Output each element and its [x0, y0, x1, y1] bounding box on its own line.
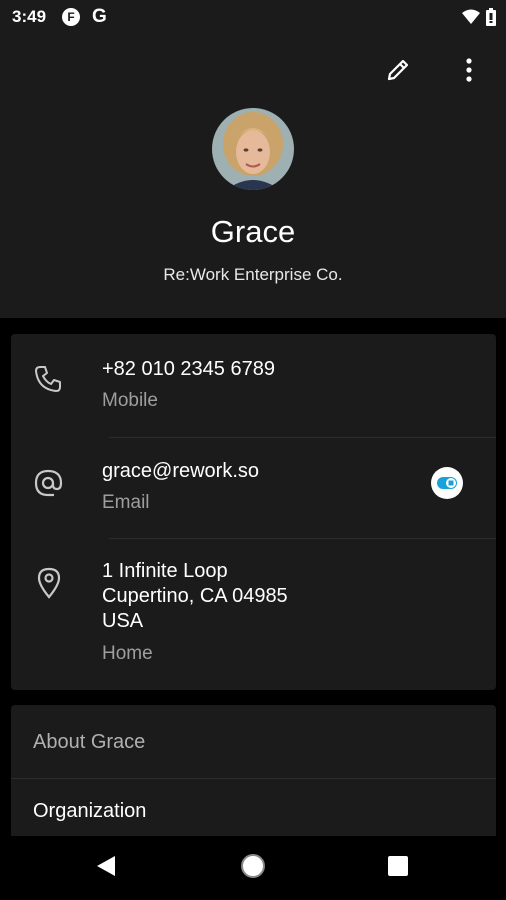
location-pin-icon: [36, 567, 62, 604]
email-type: Email: [102, 492, 150, 513]
address-line3: USA: [102, 610, 144, 632]
contact-info-card: +82 010 2345 6789 Mobile grace@rework.so…: [11, 334, 496, 690]
home-circle-icon: [239, 852, 267, 885]
divider: [11, 778, 496, 779]
more-options-button[interactable]: [452, 54, 486, 90]
phone-row[interactable]: +82 010 2345 6789 Mobile: [11, 334, 496, 437]
wifi-icon: [462, 9, 480, 30]
edit-icon: [385, 57, 411, 88]
contact-name: Grace: [210, 214, 296, 249]
avatar: [212, 108, 294, 190]
back-triangle-icon: [95, 854, 117, 883]
phone-icon: [33, 364, 63, 399]
back-button[interactable]: [66, 836, 146, 900]
about-title: About Grace: [33, 731, 146, 753]
address-row[interactable]: 1 Infinite Loop Cupertino, CA 04985 USA …: [11, 539, 496, 690]
address-type: Home: [102, 643, 153, 664]
phone-number: +82 010 2345 6789: [102, 358, 275, 380]
email-address: grace@rework.so: [102, 460, 260, 482]
address-line1: 1 Infinite Loop: [102, 560, 228, 582]
status-bar: 3:49 F G: [0, 0, 506, 34]
phone-type: Mobile: [102, 390, 158, 411]
more-vert-icon: [466, 57, 472, 87]
app-message-icon[interactable]: [430, 466, 464, 505]
google-icon: G: [92, 6, 107, 27]
battery-icon: [486, 8, 496, 31]
f-badge-icon: F: [62, 8, 80, 26]
email-row[interactable]: grace@rework.so Email: [11, 438, 496, 538]
edit-button[interactable]: [380, 54, 416, 90]
navigation-bar: [0, 836, 506, 900]
about-card: About Grace Organization: [11, 705, 496, 845]
address-line2: Cupertino, CA 04985: [102, 585, 288, 607]
home-button[interactable]: [213, 836, 293, 900]
status-time: 3:49: [12, 7, 47, 26]
recents-button[interactable]: [358, 836, 438, 900]
recents-square-icon: [387, 855, 409, 882]
at-icon: [33, 468, 63, 503]
organization-label: Organization: [33, 800, 147, 822]
contact-company: Re:Work Enterprise Co.: [163, 265, 343, 284]
